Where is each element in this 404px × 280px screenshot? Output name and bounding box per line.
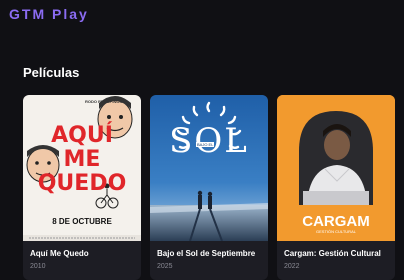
- movie-card-cargam[interactable]: CARGAM GESTIÓN CULTURAL Cargam: Gestión …: [277, 95, 395, 280]
- poster-illustration: [150, 95, 268, 241]
- movie-title: Bajo el Sol de Septiembre: [157, 249, 256, 258]
- poster-title-line-1: AQUÍ: [51, 123, 113, 148]
- poster-subtitle: GESTIÓN CULTURAL: [316, 229, 356, 234]
- movie-title: Aquí Me Quedo: [30, 249, 89, 258]
- section-title: Películas: [23, 65, 80, 80]
- movie-year: 2010: [30, 263, 46, 270]
- movie-row: RODO FE ESPINOSA AQUÍ ME QUEDO 8 DE OCTU…: [23, 95, 395, 280]
- poster-title: CARGAM: [302, 213, 370, 230]
- movie-year: 2022: [284, 263, 300, 270]
- movie-card-bajo-el-sol[interactable]: SOL BAJO EL Bajo el Sol de Septiembre 20…: [150, 95, 268, 280]
- poster-title-line-2: ME: [63, 147, 101, 172]
- poster-title-line-3: QUEDO: [37, 171, 127, 196]
- app-logo[interactable]: GTM Play: [9, 6, 89, 22]
- movie-title: Cargam: Gestión Cultural: [284, 249, 381, 258]
- poster-subtitle: BAJO EL: [196, 142, 215, 147]
- movie-poster: CARGAM GESTIÓN CULTURAL: [277, 95, 395, 241]
- movie-year: 2025: [157, 263, 173, 270]
- movie-poster: RODO FE ESPINOSA AQUÍ ME QUEDO 8 DE OCTU…: [23, 95, 141, 241]
- movie-card-aqui-me-quedo[interactable]: RODO FE ESPINOSA AQUÍ ME QUEDO 8 DE OCTU…: [23, 95, 141, 280]
- poster-date: 8 DE OCTUBRE: [52, 217, 112, 226]
- movie-poster: SOL BAJO EL: [150, 95, 268, 241]
- poster-title: SOL: [169, 121, 249, 161]
- poster-credit: RODO FE ESPINOSA: [85, 99, 126, 104]
